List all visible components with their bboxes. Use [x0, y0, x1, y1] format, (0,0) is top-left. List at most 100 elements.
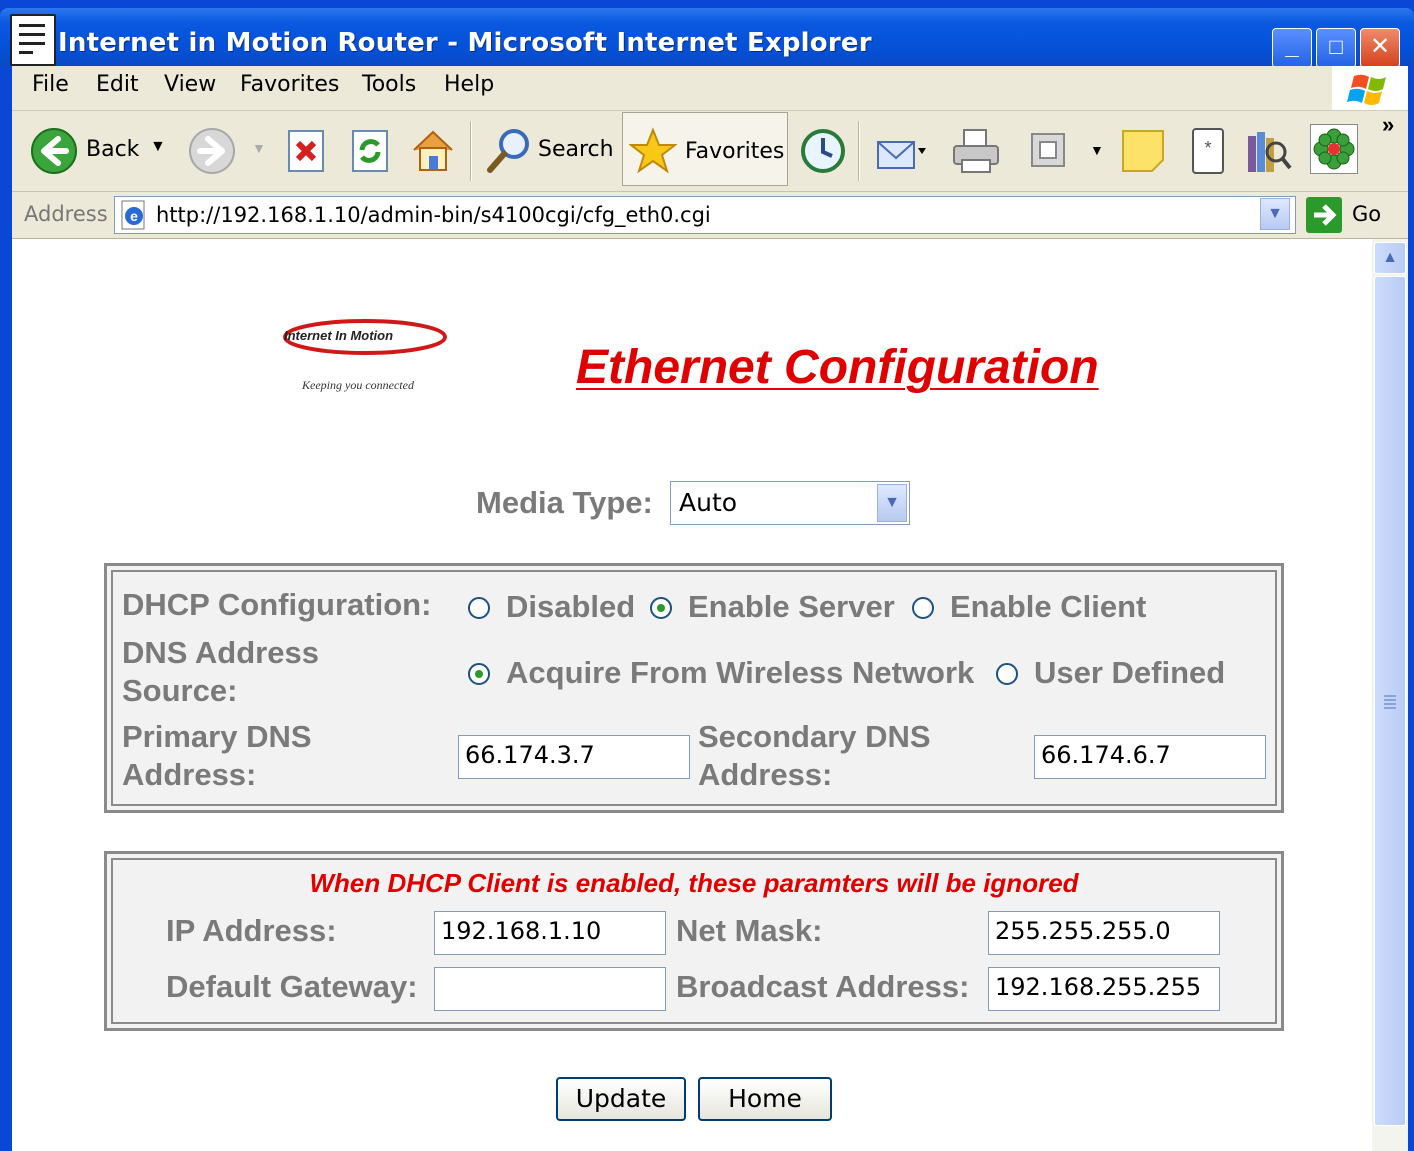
print-button[interactable]	[950, 126, 1002, 181]
history-button[interactable]	[798, 126, 848, 181]
svg-text:e: e	[130, 208, 138, 224]
search-button[interactable]	[484, 126, 534, 181]
ie-page-icon: e	[118, 199, 150, 236]
research-button[interactable]	[1244, 126, 1292, 181]
mail-button[interactable]	[874, 126, 926, 181]
dns-user-defined-label[interactable]: User Defined	[1034, 655, 1225, 691]
net-mask-label: Net Mask:	[676, 913, 823, 948]
update-button[interactable]: Update	[556, 1077, 686, 1121]
document-icon	[10, 14, 56, 66]
home-toolbar-button[interactable]	[408, 126, 458, 181]
maximize-button[interactable]: □	[1316, 28, 1356, 68]
back-arrow-icon	[31, 128, 77, 174]
secondary-dns-input[interactable]: 66.174.6.7	[1034, 735, 1266, 779]
search-icon	[487, 129, 529, 173]
scroll-thumb[interactable]	[1374, 276, 1406, 1126]
net-mask-input[interactable]: 255.255.255.0	[988, 911, 1220, 955]
primary-dns-input[interactable]: 66.174.3.7	[458, 735, 690, 779]
primary-dns-label-line2: Address:	[122, 757, 257, 792]
flower-icon	[1313, 128, 1355, 170]
favorites-button[interactable]: Favorites	[622, 112, 788, 186]
default-gateway-label: Default Gateway:	[166, 969, 418, 1004]
note-icon	[1122, 130, 1164, 172]
home-icon	[413, 130, 453, 171]
dhcp-enable-server-radio[interactable]	[650, 597, 672, 619]
broadcast-address-input[interactable]: 192.168.255.255	[988, 967, 1220, 1011]
go-arrow-icon[interactable]	[1306, 197, 1342, 233]
edit-button[interactable]	[1030, 132, 1066, 173]
menu-edit[interactable]: Edit	[96, 72, 139, 97]
minimize-button[interactable]: _	[1272, 28, 1312, 68]
forward-dropdown-icon[interactable]: ▼	[252, 140, 266, 156]
research-icon	[1248, 132, 1292, 172]
window-title: Internet in Motion Router - Microsoft In…	[58, 28, 872, 58]
back-button[interactable]	[30, 127, 78, 180]
address-url[interactable]: http://192.168.1.10/admin-bin/s4100cgi/c…	[156, 203, 711, 227]
secondary-dns-label-line2: Address:	[698, 757, 833, 792]
menu-favorites[interactable]: Favorites	[240, 72, 339, 97]
dhcp-enable-client-radio[interactable]	[912, 597, 934, 619]
printer-icon	[953, 129, 999, 173]
toolbar-separator	[470, 121, 472, 181]
device-icon: *	[1192, 128, 1224, 174]
address-label: Address	[24, 202, 108, 226]
messenger-button[interactable]: *	[1190, 126, 1226, 181]
back-dropdown-icon[interactable]: ▼	[150, 138, 166, 156]
stop-button[interactable]	[286, 128, 328, 179]
stop-icon	[288, 130, 324, 172]
favorites-star-icon	[629, 127, 677, 174]
dhcp-disabled-label[interactable]: Disabled	[506, 589, 635, 625]
dhcp-warning-text: When DHCP Client is enabled, these param…	[309, 868, 1079, 898]
scroll-up-icon[interactable]: ▲	[1374, 242, 1406, 274]
forward-button[interactable]	[188, 127, 236, 180]
history-icon	[801, 129, 845, 173]
menu-view[interactable]: View	[164, 72, 216, 97]
dhcp-enable-server-label[interactable]: Enable Server	[688, 589, 895, 625]
menu-help[interactable]: Help	[444, 72, 494, 97]
edit-icon	[1031, 133, 1065, 167]
menu-bar	[12, 66, 1408, 111]
dns-source-label-line1: DNS Address	[122, 635, 319, 670]
dns-acquire-label[interactable]: Acquire From Wireless Network	[506, 655, 974, 691]
search-label[interactable]: Search	[538, 137, 614, 162]
media-type-select[interactable]: Auto ▼	[670, 481, 910, 525]
dns-acquire-radio[interactable]	[468, 663, 490, 685]
close-button[interactable]: ✕	[1360, 28, 1400, 68]
broadcast-address-label: Broadcast Address:	[676, 969, 970, 1004]
chevron-down-icon[interactable]: ▼	[877, 484, 907, 522]
page-title: Ethernet Configuration	[576, 341, 1099, 394]
toolbar-separator	[858, 121, 860, 181]
svg-text:*: *	[1204, 138, 1211, 158]
logo-text: Internet In Motion	[284, 328, 394, 343]
default-gateway-input[interactable]	[434, 967, 666, 1011]
dhcp-config-label: DHCP Configuration:	[122, 587, 432, 622]
mail-icon	[877, 141, 926, 169]
media-type-label: Media Type:	[476, 485, 653, 520]
windows-logo-icon	[1332, 66, 1408, 110]
refresh-button[interactable]	[350, 128, 392, 179]
scroll-grip-icon	[1384, 695, 1396, 697]
home-button[interactable]: Home	[698, 1077, 832, 1121]
ip-address-input[interactable]: 192.168.1.10	[434, 911, 666, 955]
title-bar[interactable]: Internet in Motion Router - Microsoft In…	[0, 8, 1414, 68]
refresh-icon	[352, 130, 388, 172]
toolbar-overflow-chevron[interactable]: »	[1382, 112, 1394, 138]
dns-user-defined-radio[interactable]	[996, 663, 1018, 685]
company-logo: Internet In Motion Keeping you connected	[270, 310, 460, 410]
discuss-button[interactable]	[1120, 128, 1166, 179]
menu-file[interactable]: File	[32, 72, 69, 97]
dhcp-disabled-radio[interactable]	[468, 597, 490, 619]
go-button[interactable]: Go	[1352, 202, 1381, 226]
media-type-value: Auto	[679, 488, 738, 517]
logo-tagline: Keeping you connected	[302, 378, 414, 392]
menu-tools[interactable]: Tools	[362, 72, 416, 97]
icq-button[interactable]	[1310, 124, 1358, 174]
ip-address-label: IP Address:	[166, 913, 337, 948]
edit-dropdown-icon[interactable]: ▼	[1090, 142, 1104, 158]
favorites-label[interactable]: Favorites	[685, 139, 784, 164]
address-dropdown-icon[interactable]: ▼	[1260, 198, 1290, 230]
dns-source-label-line2: Source:	[122, 673, 238, 708]
forward-arrow-icon	[189, 128, 235, 174]
dhcp-enable-client-label[interactable]: Enable Client	[950, 589, 1146, 625]
back-label[interactable]: Back	[86, 137, 139, 162]
